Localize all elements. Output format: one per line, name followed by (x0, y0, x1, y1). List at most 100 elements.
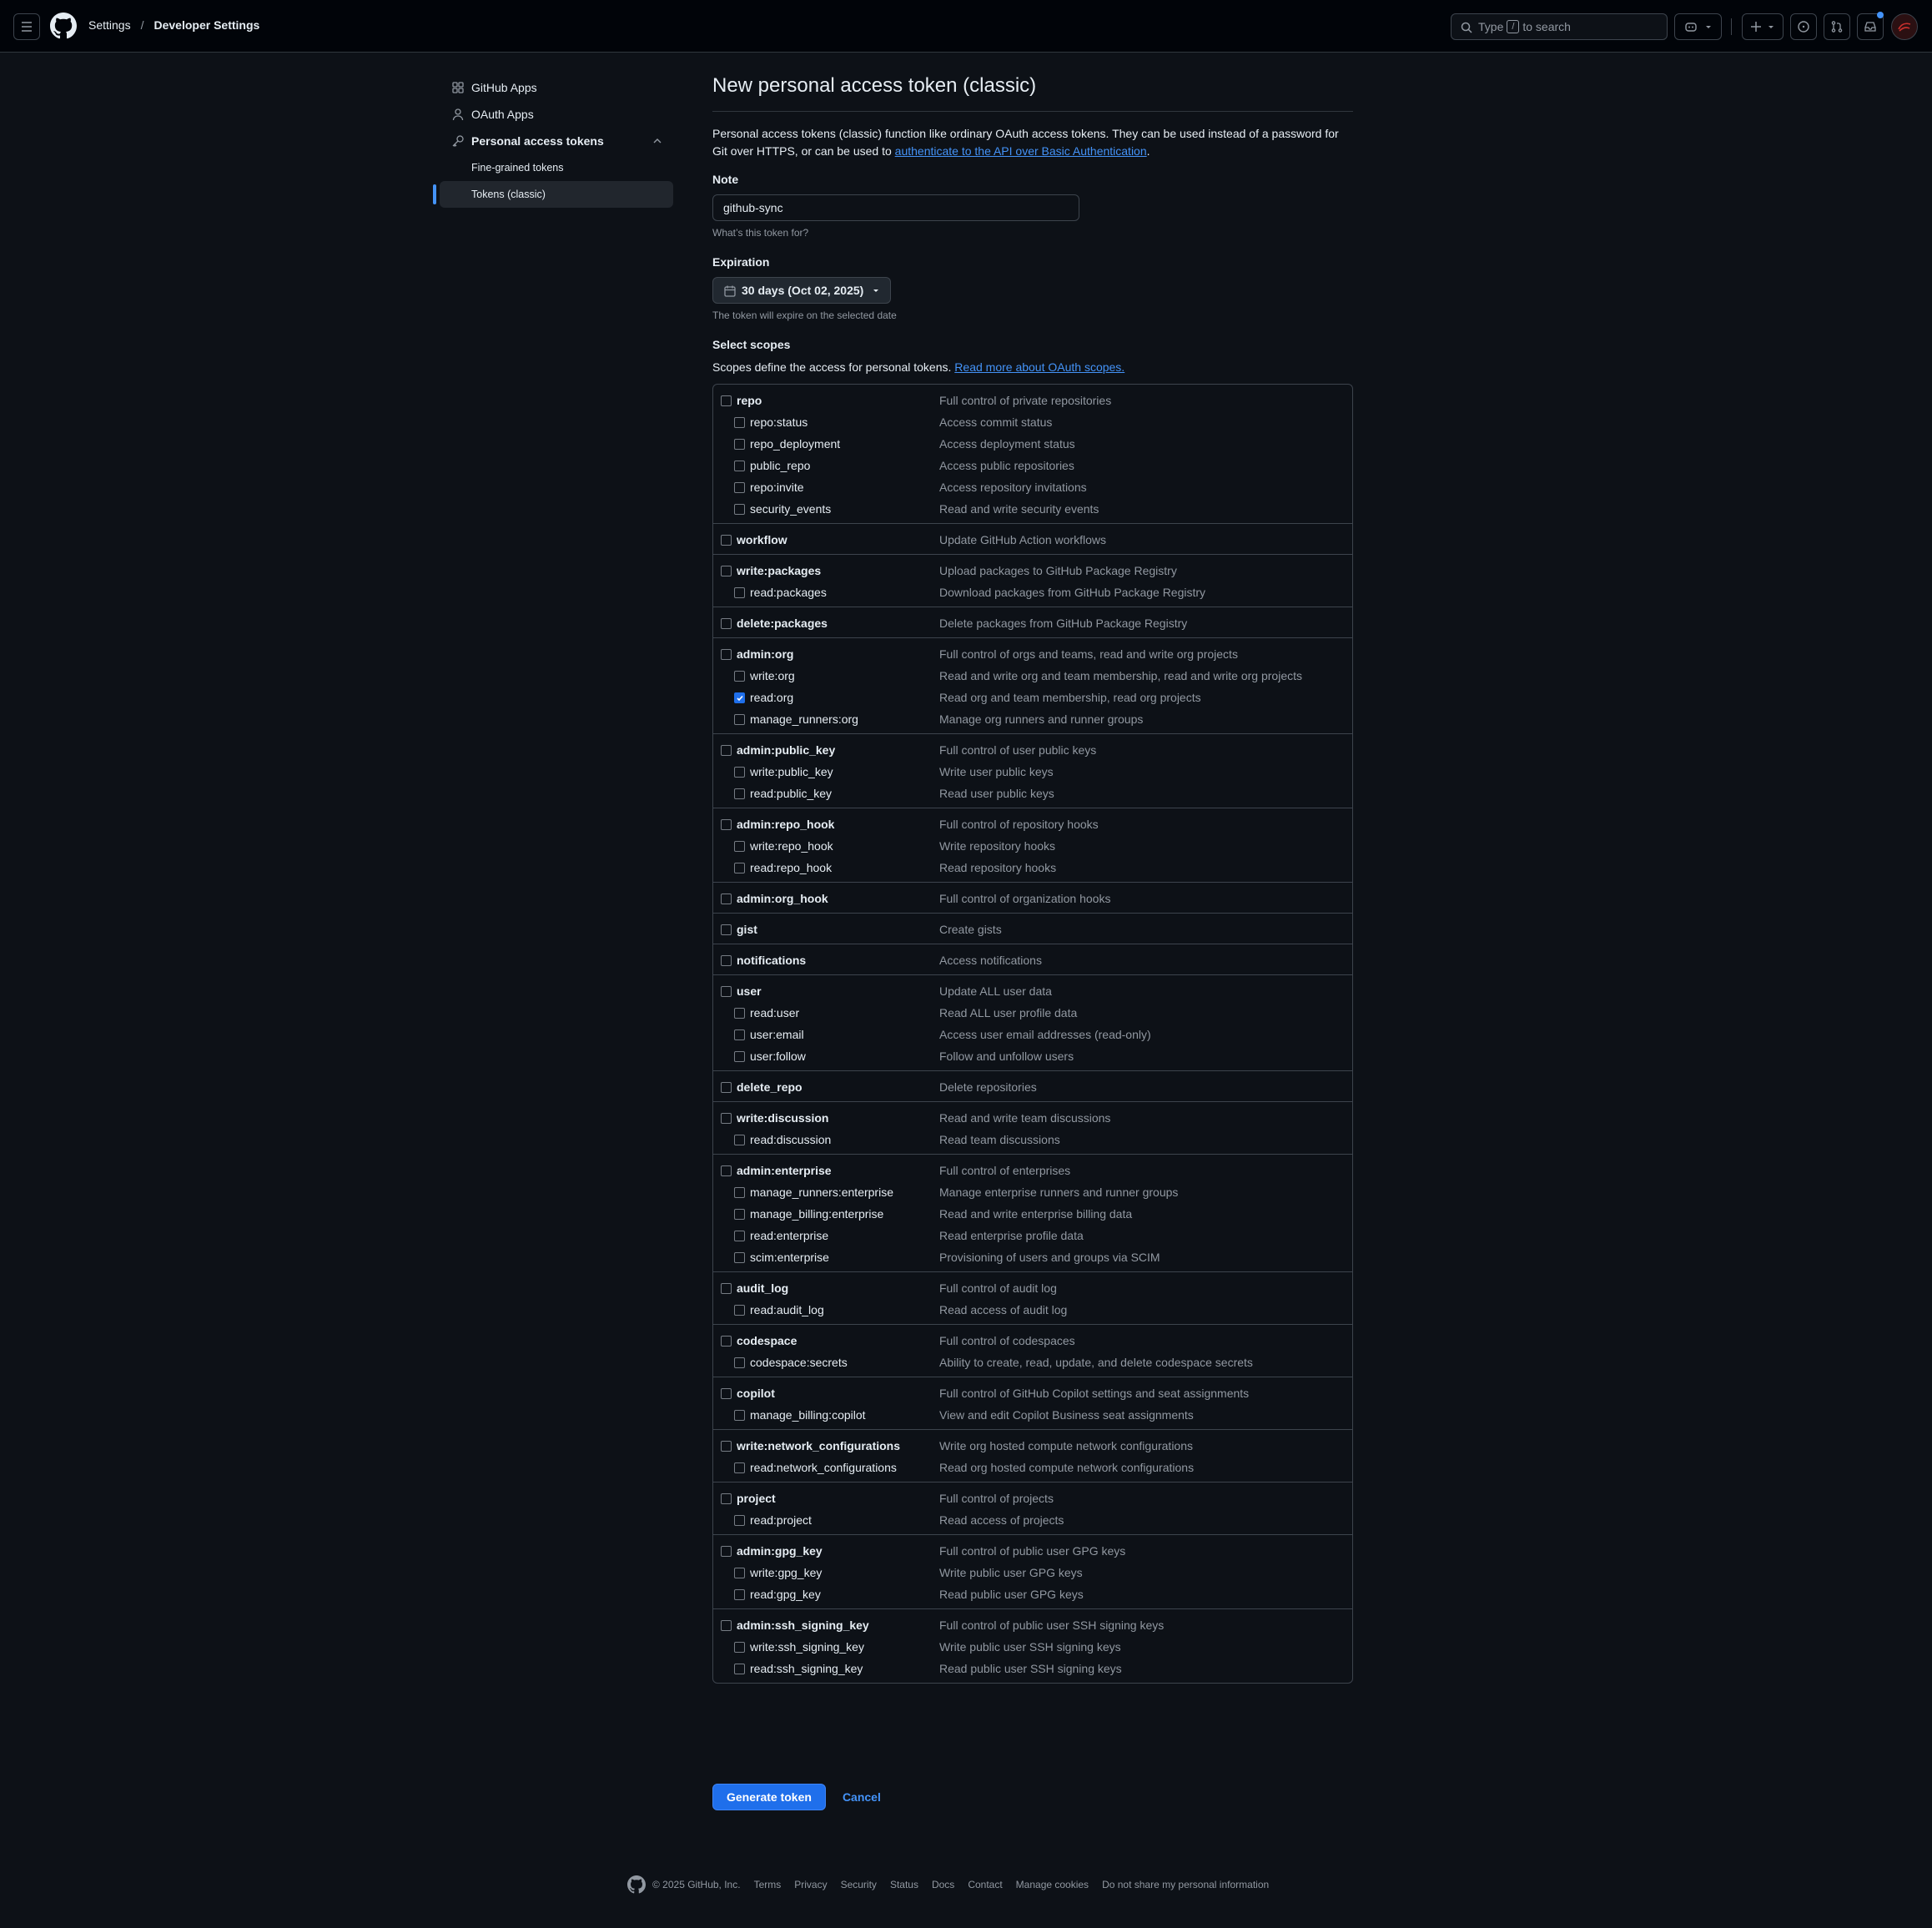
github-logo-icon[interactable] (50, 13, 77, 39)
footer-link[interactable]: Terms (754, 1879, 782, 1890)
copilot-button[interactable] (1674, 13, 1722, 40)
scope-name[interactable]: write:packages (737, 564, 821, 577)
footer-link[interactable]: Contact (968, 1879, 1002, 1890)
scope-checkbox[interactable] (734, 587, 745, 598)
scope-checkbox[interactable] (734, 1642, 745, 1653)
scope-name[interactable]: admin:org_hook (737, 892, 828, 905)
issues-button[interactable] (1790, 13, 1817, 40)
scope-name[interactable]: write:org (750, 669, 795, 682)
scope-checkbox[interactable] (734, 439, 745, 450)
scope-name[interactable]: manage_runners:org (750, 712, 858, 726)
scope-checkbox[interactable] (721, 1493, 732, 1504)
scope-checkbox[interactable] (721, 745, 732, 756)
scope-name[interactable]: security_events (750, 502, 831, 516)
scope-name[interactable]: admin:gpg_key (737, 1544, 823, 1558)
scope-name[interactable]: write:discussion (737, 1111, 828, 1125)
scope-checkbox[interactable] (734, 1515, 745, 1526)
scope-name[interactable]: read:user (750, 1006, 799, 1019)
scope-name[interactable]: read:packages (750, 586, 827, 599)
scope-checkbox[interactable] (721, 649, 732, 660)
scope-name[interactable]: user:email (750, 1028, 804, 1041)
generate-token-button[interactable]: Generate token (712, 1784, 826, 1810)
scope-name[interactable]: admin:ssh_signing_key (737, 1618, 869, 1632)
footer-link[interactable]: Security (841, 1879, 877, 1890)
scope-name[interactable]: workflow (737, 533, 787, 546)
pull-requests-button[interactable] (1824, 13, 1850, 40)
scope-checkbox[interactable] (734, 1252, 745, 1263)
scope-name[interactable]: project (737, 1492, 776, 1505)
scope-name[interactable]: read:org (750, 691, 793, 704)
basic-auth-link[interactable]: authenticate to the API over Basic Authe… (895, 144, 1147, 158)
scope-checkbox[interactable] (734, 1462, 745, 1473)
scope-name[interactable]: repo_deployment (750, 437, 840, 451)
sidebar-item-tokens-classic[interactable]: Tokens (classic) (433, 181, 673, 208)
scope-name[interactable]: codespace (737, 1334, 797, 1347)
sidebar-item-oauth-apps[interactable]: OAuth Apps (440, 101, 673, 128)
sidebar-item-github-apps[interactable]: GitHub Apps (440, 74, 673, 101)
scope-checkbox[interactable] (734, 1135, 745, 1145)
oauth-scopes-link[interactable]: Read more about OAuth scopes. (954, 360, 1124, 374)
scope-checkbox[interactable] (721, 618, 732, 629)
scope-checkbox[interactable] (734, 1029, 745, 1040)
scope-checkbox[interactable] (721, 924, 732, 935)
scope-name[interactable]: admin:enterprise (737, 1164, 832, 1177)
scope-checkbox[interactable] (721, 1620, 732, 1631)
scope-name[interactable]: write:network_configurations (737, 1439, 900, 1452)
scope-name[interactable]: gist (737, 923, 757, 936)
scope-name[interactable]: notifications (737, 954, 806, 967)
scope-name[interactable]: admin:public_key (737, 743, 835, 757)
footer-link[interactable]: Docs (932, 1879, 954, 1890)
scope-checkbox[interactable] (721, 1388, 732, 1399)
scope-name[interactable]: read:discussion (750, 1133, 831, 1146)
scope-checkbox[interactable] (734, 671, 745, 682)
expiration-select[interactable]: 30 days (Oct 02, 2025) (712, 277, 892, 304)
scope-checkbox[interactable] (734, 1231, 745, 1241)
scope-name[interactable]: user:follow (750, 1050, 806, 1063)
scope-name[interactable]: repo:status (750, 415, 808, 429)
scope-checkbox[interactable] (734, 1187, 745, 1198)
scope-name[interactable]: delete_repo (737, 1080, 802, 1094)
chevron-up-icon[interactable] (652, 135, 663, 147)
scope-checkbox[interactable] (734, 692, 745, 703)
scope-name[interactable]: scim:enterprise (750, 1251, 829, 1264)
scope-checkbox[interactable] (734, 482, 745, 493)
avatar[interactable] (1891, 13, 1918, 40)
hamburger-menu-button[interactable] (13, 13, 40, 40)
scope-checkbox[interactable] (721, 1283, 732, 1294)
scope-checkbox[interactable] (734, 1305, 745, 1316)
search-input[interactable]: Type / to search (1451, 13, 1668, 40)
scope-checkbox[interactable] (721, 986, 732, 997)
scope-checkbox[interactable] (734, 863, 745, 873)
scope-checkbox[interactable] (721, 894, 732, 904)
sidebar-item-fine-grained-tokens[interactable]: Fine-grained tokens (440, 154, 673, 181)
scope-checkbox[interactable] (734, 504, 745, 515)
scope-name[interactable]: read:audit_log (750, 1303, 824, 1316)
footer-link[interactable]: Status (890, 1879, 918, 1890)
scope-name[interactable]: repo:invite (750, 481, 804, 494)
scope-name[interactable]: public_repo (750, 459, 810, 472)
scope-name[interactable]: read:network_configurations (750, 1461, 897, 1474)
cancel-link[interactable]: Cancel (843, 1790, 881, 1804)
breadcrumb-developer-settings[interactable]: Developer Settings (153, 18, 259, 32)
scope-checkbox[interactable] (734, 461, 745, 471)
scope-name[interactable]: admin:org (737, 647, 793, 661)
scope-name[interactable]: read:gpg_key (750, 1588, 821, 1601)
scope-name[interactable]: copilot (737, 1387, 775, 1400)
scope-checkbox[interactable] (734, 1568, 745, 1578)
scope-checkbox[interactable] (721, 1082, 732, 1093)
scope-name[interactable]: manage_billing:enterprise (750, 1207, 883, 1221)
scope-name[interactable]: read:ssh_signing_key (750, 1662, 863, 1675)
scope-checkbox[interactable] (721, 566, 732, 576)
scope-name[interactable]: read:public_key (750, 787, 832, 800)
scope-checkbox[interactable] (721, 1113, 732, 1124)
scope-name[interactable]: admin:repo_hook (737, 818, 834, 831)
scope-name[interactable]: write:repo_hook (750, 839, 833, 853)
scope-checkbox[interactable] (734, 1008, 745, 1019)
note-input[interactable] (712, 194, 1079, 221)
scope-checkbox[interactable] (721, 1546, 732, 1557)
scope-name[interactable]: read:enterprise (750, 1229, 828, 1242)
scope-name[interactable]: read:project (750, 1513, 812, 1527)
github-logo-icon[interactable] (627, 1875, 646, 1894)
scope-checkbox[interactable] (734, 1357, 745, 1368)
breadcrumb-settings[interactable]: Settings (88, 18, 131, 32)
